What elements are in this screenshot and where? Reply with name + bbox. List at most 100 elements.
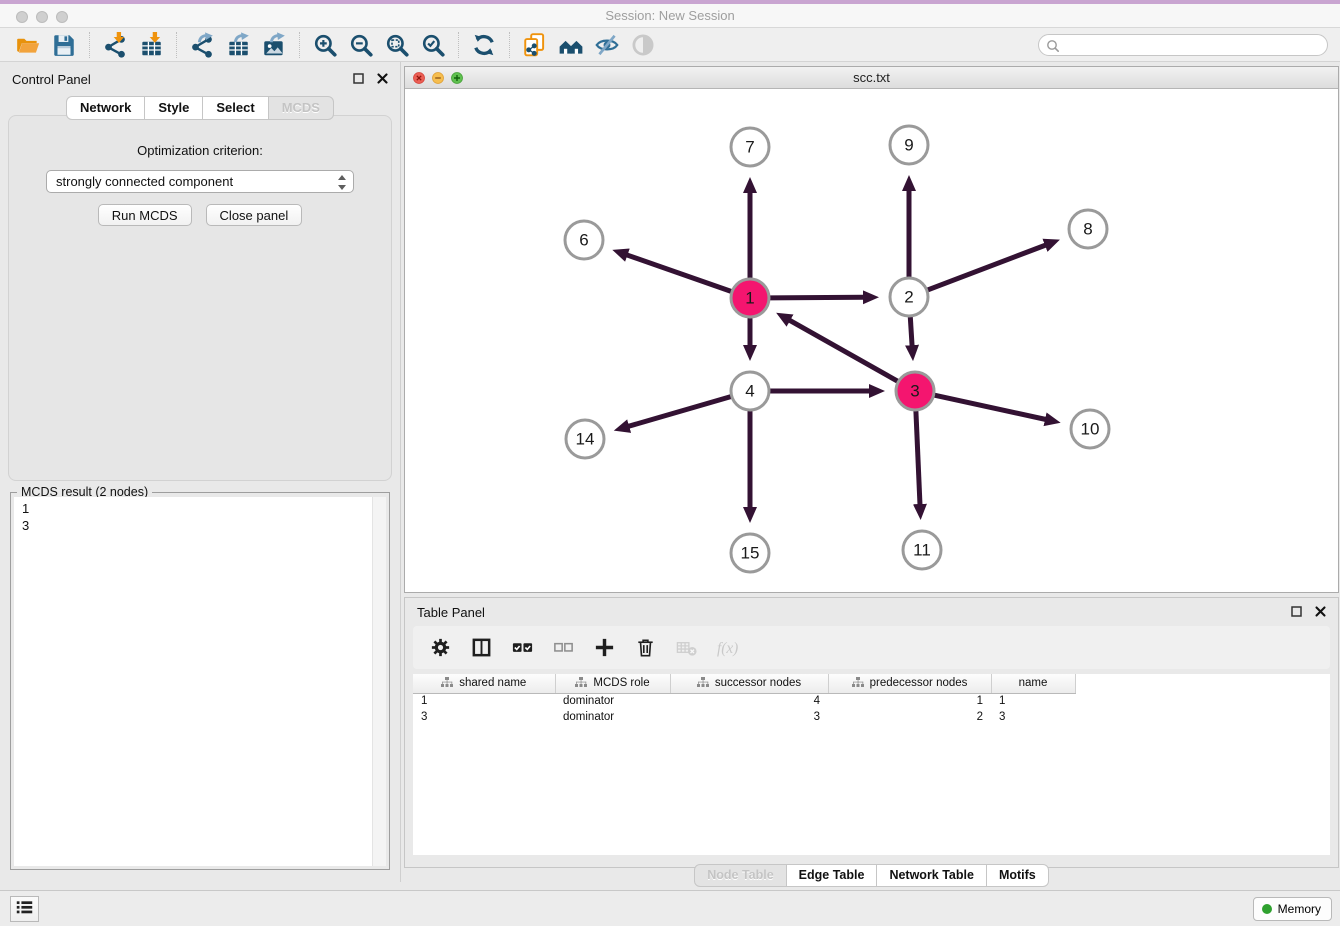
graph-node-11[interactable]: 11 <box>903 531 941 569</box>
memory-button[interactable]: Memory <box>1253 897 1332 921</box>
graph-node-1[interactable]: 1 <box>731 279 769 317</box>
mcds-result-list[interactable]: 13 <box>14 497 386 866</box>
network-canvas[interactable]: 7 9 6 8 1 2 4 3 14 10 15 11 <box>405 89 1338 592</box>
graph-edge-2-3[interactable] <box>910 317 912 346</box>
result-scrollbar[interactable] <box>372 497 386 866</box>
table-cell[interactable]: 3 <box>991 709 1075 725</box>
graph-node-4[interactable]: 4 <box>731 372 769 410</box>
select-all-columns-icon[interactable] <box>509 635 535 661</box>
graph-node-9[interactable]: 9 <box>890 126 928 164</box>
export-image-icon[interactable] <box>256 31 292 59</box>
table-panel: Table Panel f(x) shared nameMCDS rolesuc… <box>404 597 1339 868</box>
criterion-select[interactable]: strongly connected component <box>46 170 354 193</box>
float-table-panel-icon[interactable] <box>1291 605 1302 620</box>
network-close-icon[interactable] <box>413 72 425 84</box>
table-cell[interactable]: 4 <box>670 693 828 709</box>
tab-network[interactable]: Network <box>66 96 145 120</box>
table-cell[interactable]: dominator <box>555 709 670 725</box>
toggle-columns-icon[interactable] <box>468 635 494 661</box>
search-input[interactable] <box>1063 36 1318 54</box>
export-table-icon[interactable] <box>220 31 256 59</box>
tab-edge-table[interactable]: Edge Table <box>787 864 878 887</box>
zoom-out-icon[interactable] <box>343 31 379 59</box>
network-view-window: scc.txt 7 9 6 8 1 2 4 3 14 10 15 11 <box>404 66 1339 593</box>
graph-edge-1-2[interactable] <box>770 297 864 298</box>
run-mcds-button[interactable]: Run MCDS <box>98 204 192 226</box>
table-cell[interactable]: 1 <box>413 693 555 709</box>
tab-node-table[interactable]: Node Table <box>694 864 786 887</box>
graph-edge-3-1[interactable] <box>789 320 897 381</box>
network-window-title: scc.txt <box>405 67 1338 88</box>
new-network-from-selection-icon[interactable] <box>517 31 553 59</box>
apply-layout-icon[interactable] <box>466 31 502 59</box>
import-table-icon[interactable] <box>133 31 169 59</box>
app-titlebar: Session: New Session <box>0 0 1340 28</box>
graph-edge-3-10[interactable] <box>935 395 1047 419</box>
column-header-predecessor-nodes[interactable]: predecessor nodes <box>828 674 991 693</box>
column-type-icon <box>852 676 864 691</box>
memory-status-icon <box>1262 904 1272 914</box>
hide-selected-icon[interactable] <box>589 31 625 59</box>
task-history-button[interactable] <box>10 896 39 922</box>
svg-text:4: 4 <box>745 382 754 401</box>
column-header-successor-nodes[interactable]: successor nodes <box>670 674 828 693</box>
toolbar-separator <box>89 32 90 58</box>
zoom-in-icon[interactable] <box>307 31 343 59</box>
tab-motifs[interactable]: Motifs <box>987 864 1049 887</box>
column-header-name[interactable]: name <box>991 674 1075 693</box>
graph-node-3[interactable]: 3 <box>896 372 934 410</box>
column-header-shared-name[interactable]: shared name <box>413 674 555 693</box>
table-cell[interactable]: dominator <box>555 693 670 709</box>
export-network-icon[interactable] <box>184 31 220 59</box>
close-table-panel-icon[interactable] <box>1315 605 1326 620</box>
node-table: shared nameMCDS rolesuccessor nodesprede… <box>413 674 1330 855</box>
main-toolbar <box>0 28 1340 62</box>
graph-node-7[interactable]: 7 <box>731 128 769 166</box>
search-box[interactable] <box>1038 34 1328 56</box>
zoom-selected-icon[interactable] <box>415 31 451 59</box>
graph-edge-4-14[interactable] <box>628 397 731 427</box>
graph-edge-1-6[interactable] <box>627 255 732 292</box>
column-header-MCDS-role[interactable]: MCDS role <box>555 674 670 693</box>
unselect-all-columns-icon[interactable] <box>550 635 576 661</box>
zoom-fit-icon[interactable] <box>379 31 415 59</box>
table-cell[interactable]: 3 <box>670 709 828 725</box>
import-network-icon[interactable] <box>97 31 133 59</box>
graph-node-15[interactable]: 15 <box>731 534 769 572</box>
toolbar-separator <box>509 32 510 58</box>
graph-node-14[interactable]: 14 <box>566 420 604 458</box>
graph-node-6[interactable]: 6 <box>565 221 603 259</box>
save-session-icon[interactable] <box>46 31 82 59</box>
create-column-icon[interactable] <box>591 635 617 661</box>
tab-select[interactable]: Select <box>203 96 268 120</box>
network-window-titlebar[interactable]: scc.txt <box>405 67 1338 89</box>
tab-network-table[interactable]: Network Table <box>877 864 987 887</box>
network-minimize-icon[interactable] <box>432 72 444 84</box>
graph-node-2[interactable]: 2 <box>890 278 928 316</box>
graph-node-8[interactable]: 8 <box>1069 210 1107 248</box>
network-zoom-icon[interactable] <box>451 72 463 84</box>
table-row[interactable]: 1dominator411 <box>413 693 1075 709</box>
table-settings-icon[interactable] <box>427 635 453 661</box>
float-panel-icon[interactable] <box>353 72 364 87</box>
close-panel-icon[interactable] <box>377 72 388 87</box>
first-neighbors-icon[interactable] <box>553 31 589 59</box>
svg-text:6: 6 <box>579 231 588 250</box>
delete-column-icon[interactable] <box>632 635 658 661</box>
table-cell[interactable]: 2 <box>828 709 991 725</box>
graph-node-10[interactable]: 10 <box>1071 410 1109 448</box>
graph-edge-2-8[interactable] <box>928 245 1046 290</box>
select-stepper-icon <box>336 175 348 196</box>
toolbar-separator <box>458 32 459 58</box>
table-cell[interactable]: 3 <box>413 709 555 725</box>
mcds-result-item: 3 <box>14 517 386 534</box>
table-row[interactable]: 3dominator323 <box>413 709 1075 725</box>
table-cell[interactable]: 1 <box>991 693 1075 709</box>
open-session-icon[interactable] <box>10 31 46 59</box>
tab-mcds[interactable]: MCDS <box>269 96 334 120</box>
close-panel-button[interactable]: Close panel <box>206 204 303 226</box>
tab-style[interactable]: Style <box>145 96 203 120</box>
table-cell[interactable]: 1 <box>828 693 991 709</box>
graph-edge-3-11[interactable] <box>916 411 920 505</box>
memory-label: Memory <box>1278 902 1321 916</box>
